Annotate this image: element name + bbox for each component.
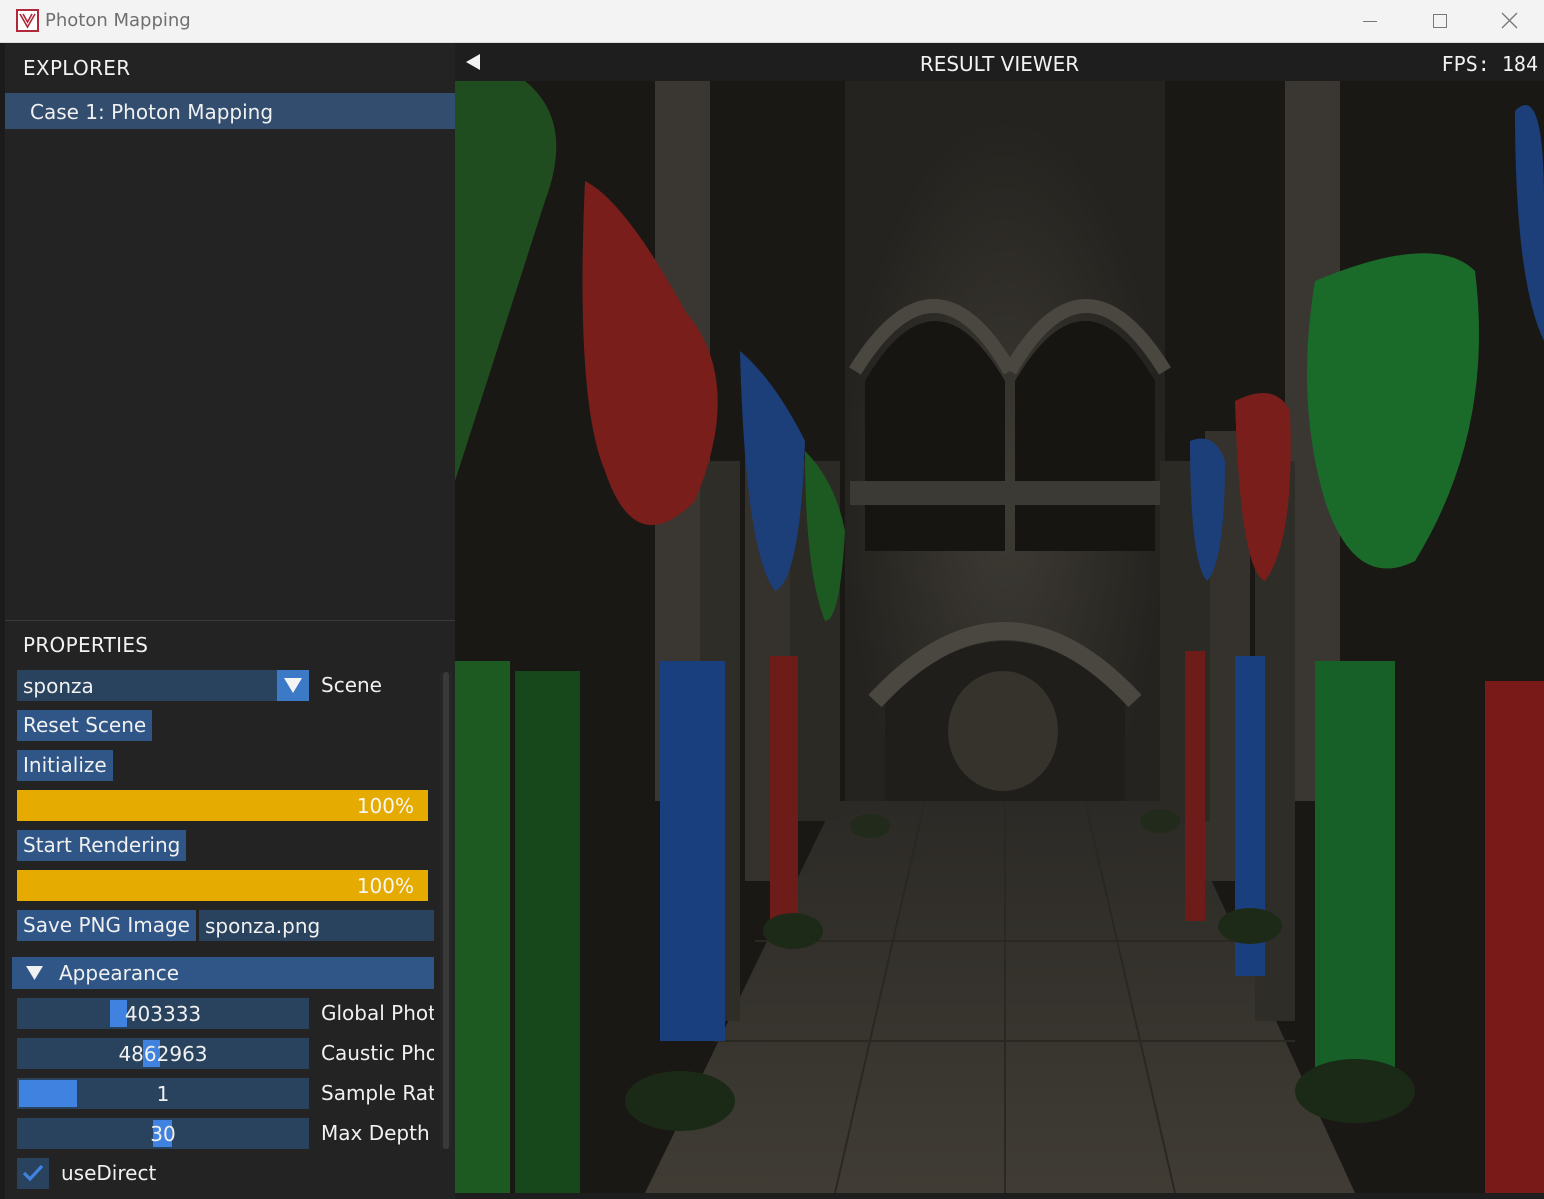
minimize-icon (1363, 21, 1377, 22)
save-png-button[interactable]: Save PNG Image (17, 910, 196, 941)
result-viewer-title: RESULT VIEWER (919, 52, 1080, 76)
appearance-section-header[interactable]: Appearance (12, 957, 434, 989)
start-rendering-button[interactable]: Start Rendering (17, 830, 187, 861)
global-photons-value: 403333 (124, 1002, 202, 1026)
fps-label: FPS: (1441, 52, 1490, 76)
sample-rate-label: Sample Ratе (321, 1081, 434, 1105)
global-photons-label: Global Phot (321, 1001, 434, 1025)
fps-counter: FPS: 184 (1442, 52, 1538, 76)
initialize-progress-text: 100% (356, 794, 414, 818)
caustic-photons-value: 4862963 (118, 1042, 208, 1066)
properties-scrollbar[interactable] (440, 672, 452, 1149)
use-direct-label: useDirect (61, 1161, 157, 1185)
properties-header: PROPERTIES (23, 633, 149, 657)
explorer-item-case-1[interactable]: Case 1: Photon Mapping (5, 93, 455, 129)
fps-value: 184 (1501, 52, 1538, 76)
title-bar: Photon Mapping (0, 0, 1544, 43)
caustic-photons-label: Caustic Pho (321, 1041, 434, 1065)
maximize-button[interactable] (1404, 0, 1474, 43)
scene-label: Scene (321, 673, 382, 697)
maximize-icon (1433, 14, 1447, 28)
minimize-button[interactable] (1335, 0, 1405, 43)
sample-rate-slider[interactable]: 1 (17, 1078, 309, 1109)
panel-divider[interactable] (5, 620, 455, 621)
scrollbar-thumb[interactable] (443, 672, 449, 1149)
rendered-sponza-image (455, 81, 1544, 1193)
max-depth-slider[interactable]: 30 (17, 1118, 309, 1149)
explorer-item-label: Case 1: Photon Mapping (30, 100, 274, 124)
scene-select-value: sponza (23, 674, 94, 698)
close-icon (1501, 12, 1518, 29)
max-depth-value: 30 (150, 1122, 176, 1146)
scene-select[interactable]: sponza (17, 670, 309, 701)
scene-dropdown-button[interactable] (277, 670, 309, 701)
rendered-image[interactable] (455, 81, 1544, 1193)
sample-rate-value: 1 (156, 1082, 170, 1106)
filename-input[interactable]: sponza.png (199, 910, 434, 941)
render-progress-text: 100% (356, 874, 414, 898)
close-button[interactable] (1474, 0, 1544, 43)
result-viewer-header: RESULT VIEWER FPS: 184 (455, 43, 1544, 81)
explorer-header: EXPLORER (23, 56, 131, 80)
triangle-down-icon (26, 966, 43, 980)
appearance-label: Appearance (59, 961, 180, 985)
render-progress-bar: 100% (17, 870, 428, 901)
use-direct-checkbox[interactable] (17, 1158, 49, 1189)
window-title: Photon Mapping (45, 10, 191, 31)
chevron-down-icon (284, 678, 302, 693)
checkmark-icon (22, 1164, 44, 1182)
global-photons-slider[interactable]: 403333 (17, 998, 309, 1029)
reset-scene-button[interactable]: Reset Scene (17, 710, 153, 741)
caustic-photons-slider[interactable]: 4862963 (17, 1038, 309, 1069)
initialize-button[interactable]: Initialize (17, 750, 113, 781)
app-icon (16, 9, 39, 32)
initialize-progress-bar: 100% (17, 790, 428, 821)
max-depth-label: Max Depth (321, 1121, 430, 1145)
filename-input-value: sponza.png (205, 914, 321, 938)
